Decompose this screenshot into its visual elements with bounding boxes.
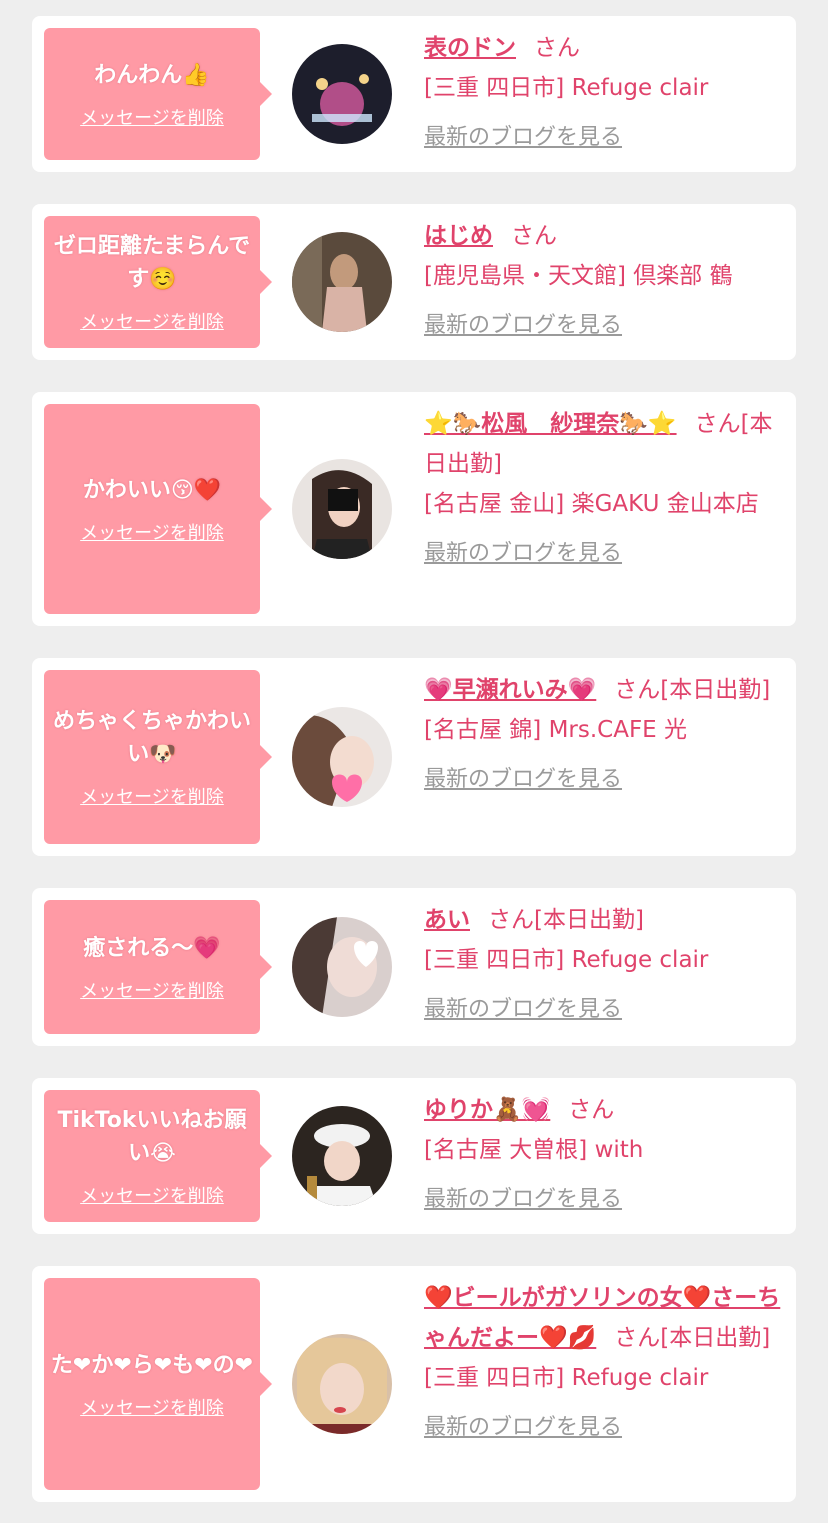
- message-bubble: ゼロ距離たまらんです☺️ メッセージを削除: [44, 216, 272, 348]
- honorific: さん: [511, 223, 557, 249]
- honorific: さん: [534, 35, 580, 61]
- favorite-list: わんわん👍 メッセージを削除 表のドン さん [三重 四日市] Refuge cl…: [0, 0, 828, 1523]
- message-text: 癒される〜💗: [83, 935, 221, 961]
- message-text: めちゃくちゃかわいい🐶: [52, 709, 251, 767]
- message-text: わんわん👍: [94, 62, 210, 88]
- list-item: めちゃくちゃかわいい🐶 メッセージを削除 💗早瀬れいみ💗 さん[本日出勤] [名古…: [32, 658, 796, 856]
- honorific: さん[本日出勤]: [614, 677, 771, 703]
- latest-blog-link[interactable]: 最新のブログを見る: [424, 306, 784, 346]
- cast-name-link[interactable]: あい: [424, 907, 470, 933]
- message-text: TikTokいいねお願い😭: [57, 1108, 247, 1166]
- list-item: かわいい😚❤️ メッセージを削除 ⭐🐎松風 紗理奈🐎⭐ さん[本日出勤] [名古屋…: [32, 392, 796, 626]
- cast-info: はじめ さん [鹿児島県・天文館] 倶楽部 鶴 最新のブログを見る: [424, 216, 784, 346]
- delete-message-link[interactable]: メッセージを削除: [80, 1394, 224, 1420]
- cast-name-link[interactable]: 💗早瀬れいみ💗: [424, 677, 596, 703]
- list-item: た❤か❤ら❤も❤の❤ メッセージを削除 ❤️ビールがガソリンの女❤️さーちゃんだ…: [32, 1266, 796, 1502]
- latest-blog-link[interactable]: 最新のブログを見る: [424, 1180, 784, 1220]
- shop-label: [三重 四日市] Refuge clair: [424, 75, 709, 101]
- message-text: た❤か❤ら❤も❤の❤: [50, 1352, 254, 1378]
- message-bubble: わんわん👍 メッセージを削除: [44, 28, 272, 160]
- cast-name-link[interactable]: ゆりか🧸💓: [424, 1097, 550, 1123]
- cast-name-link[interactable]: 表のドン: [424, 35, 516, 61]
- shop-label: [名古屋 大曽根] with: [424, 1137, 644, 1163]
- avatar[interactable]: [292, 232, 392, 332]
- shop-label: [鹿児島県・天文館] 倶楽部 鶴: [424, 263, 733, 289]
- list-item: TikTokいいねお願い😭 メッセージを削除 ゆりか🧸💓 さん [名古屋 大曽根]…: [32, 1078, 796, 1234]
- list-item: 癒される〜💗 メッセージを削除 あい さん[本日出勤] [三重 四日市] Refu…: [32, 888, 796, 1046]
- latest-blog-link[interactable]: 最新のブログを見る: [424, 534, 784, 574]
- delete-message-link[interactable]: メッセージを削除: [80, 308, 224, 334]
- avatar[interactable]: [292, 459, 392, 559]
- delete-message-link[interactable]: メッセージを削除: [80, 519, 224, 545]
- message-bubble: かわいい😚❤️ メッセージを削除: [44, 404, 272, 614]
- cast-info: 💗早瀬れいみ💗 さん[本日出勤] [名古屋 錦] Mrs.CAFE 光 最新のブロ…: [424, 670, 784, 800]
- honorific: さん[本日出勤]: [614, 1325, 771, 1351]
- list-item: ゼロ距離たまらんです☺️ メッセージを削除 はじめ さん [鹿児島県・天文館] 倶…: [32, 204, 796, 360]
- message-bubble: た❤か❤ら❤も❤の❤ メッセージを削除: [44, 1278, 272, 1490]
- cast-info: あい さん[本日出勤] [三重 四日市] Refuge clair 最新のブログを…: [424, 900, 784, 1030]
- cast-info: ⭐🐎松風 紗理奈🐎⭐ さん[本日出勤] [名古屋 金山] 楽GAKU 金山本店 最…: [424, 404, 784, 574]
- cast-name-link[interactable]: はじめ: [424, 223, 493, 249]
- message-text: ゼロ距離たまらんです☺️: [53, 234, 251, 292]
- delete-message-link[interactable]: メッセージを削除: [80, 783, 224, 809]
- message-bubble: 癒される〜💗 メッセージを削除: [44, 900, 272, 1034]
- latest-blog-link[interactable]: 最新のブログを見る: [424, 1408, 784, 1448]
- latest-blog-link[interactable]: 最新のブログを見る: [424, 118, 784, 158]
- honorific: さん: [568, 1097, 615, 1123]
- avatar[interactable]: [292, 917, 392, 1017]
- shop-label: [名古屋 金山] 楽GAKU 金山本店: [424, 491, 759, 517]
- message-text: かわいい😚❤️: [82, 477, 222, 503]
- delete-message-link[interactable]: メッセージを削除: [80, 1182, 224, 1208]
- latest-blog-link[interactable]: 最新のブログを見る: [424, 990, 784, 1030]
- shop-label: [名古屋 錦] Mrs.CAFE 光: [424, 717, 688, 743]
- delete-message-link[interactable]: メッセージを削除: [80, 104, 224, 130]
- cast-info: 表のドン さん [三重 四日市] Refuge clair 最新のブログを見る: [424, 28, 784, 158]
- honorific: さん[本日出勤]: [488, 907, 644, 933]
- cast-info: ❤️ビールがガソリンの女❤️さーちゃんだよー❤️💋 さん[本日出勤] [三重 四日…: [424, 1278, 784, 1448]
- cast-name-link[interactable]: ⭐🐎松風 紗理奈🐎⭐: [424, 411, 677, 437]
- avatar[interactable]: [292, 1334, 392, 1434]
- latest-blog-link[interactable]: 最新のブログを見る: [424, 760, 784, 800]
- cast-info: ゆりか🧸💓 さん [名古屋 大曽根] with 最新のブログを見る: [424, 1090, 784, 1220]
- message-bubble: めちゃくちゃかわいい🐶 メッセージを削除: [44, 670, 272, 844]
- list-item: わんわん👍 メッセージを削除 表のドン さん [三重 四日市] Refuge cl…: [32, 16, 796, 172]
- avatar[interactable]: [292, 1106, 392, 1206]
- shop-label: [三重 四日市] Refuge clair: [424, 1365, 709, 1391]
- message-bubble: TikTokいいねお願い😭 メッセージを削除: [44, 1090, 272, 1222]
- shop-label: [三重 四日市] Refuge clair: [424, 947, 709, 973]
- delete-message-link[interactable]: メッセージを削除: [80, 977, 224, 1003]
- avatar[interactable]: [292, 707, 392, 807]
- avatar[interactable]: [292, 44, 392, 144]
